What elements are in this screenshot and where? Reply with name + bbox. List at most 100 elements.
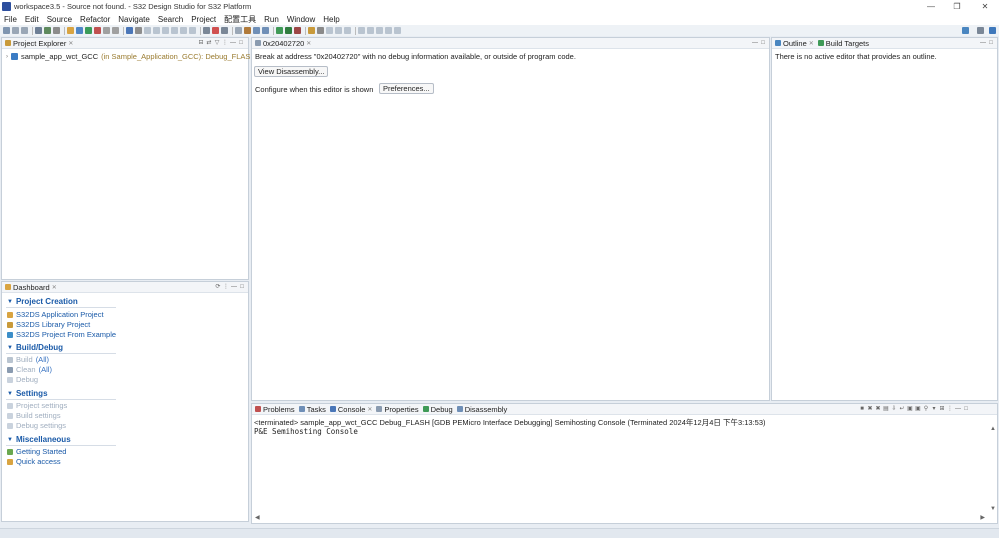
link-clean[interactable]: Clean (All) — [7, 365, 52, 374]
tab-project-explorer[interactable]: Project Explorer ✕ — [5, 39, 73, 48]
pin-icon[interactable] — [394, 27, 401, 34]
link-build-all[interactable]: (All) — [36, 355, 49, 364]
minimize-icon[interactable]: — — [229, 39, 237, 47]
menu-project[interactable]: Project — [187, 15, 220, 24]
mark-occurrences-icon[interactable] — [326, 27, 333, 34]
minimize-icon[interactable]: — — [979, 39, 987, 47]
close-icon[interactable]: ✕ — [68, 40, 73, 47]
menu-edit[interactable]: Edit — [21, 15, 43, 24]
run-icon[interactable] — [285, 27, 292, 34]
open-type-icon[interactable] — [308, 27, 315, 34]
tree-item-project[interactable]: › sample_app_wct_GCC (in Sample_Applicat… — [6, 52, 256, 61]
minimize-icon[interactable]: — — [230, 283, 238, 291]
disconnect-icon[interactable] — [212, 27, 219, 34]
maximize-icon[interactable]: □ — [962, 405, 970, 413]
menu-source[interactable]: Source — [43, 15, 76, 24]
section-build-debug[interactable]: ▼ Build/Debug — [7, 343, 63, 352]
external-run-icon[interactable] — [294, 27, 301, 34]
scroll-right-icon[interactable]: ▶ — [980, 514, 985, 521]
view-disassembly-button[interactable]: View Disassembly... — [254, 66, 329, 77]
new-icon[interactable] — [3, 27, 10, 34]
save-all-icon[interactable] — [21, 27, 28, 34]
settings-icon[interactable] — [35, 27, 42, 34]
resume-icon[interactable] — [144, 27, 151, 34]
scroll-down-icon[interactable]: ▼ — [990, 506, 996, 512]
whitespace-icon[interactable] — [344, 27, 351, 34]
collapse-all-icon[interactable]: ⊟ — [197, 39, 205, 47]
search-icon[interactable] — [962, 27, 969, 34]
minimize-icon[interactable]: — — [751, 39, 759, 47]
forward-icon[interactable] — [385, 27, 392, 34]
link-editor-icon[interactable]: ⇄ — [205, 39, 213, 47]
tab-editor-address[interactable]: 0x20402720 ✕ — [255, 39, 311, 48]
project-icon[interactable] — [76, 27, 83, 34]
link-project-settings[interactable]: Project settings — [7, 401, 67, 410]
restore-button[interactable]: ❐ — [943, 0, 971, 13]
folder-icon[interactable] — [67, 27, 74, 34]
maximize-icon[interactable]: □ — [759, 39, 767, 47]
view-menu-icon[interactable]: ⋮ — [222, 283, 230, 291]
section-miscellaneous[interactable]: ▼ Miscellaneous — [7, 435, 71, 444]
tab-outline[interactable]: Outline ✕ — [775, 39, 814, 48]
debug-perspective-icon[interactable] — [989, 27, 996, 34]
close-icon[interactable]: ✕ — [367, 406, 372, 413]
registers-icon[interactable] — [253, 27, 260, 34]
link-build[interactable]: Build (All) — [7, 355, 49, 364]
menu-file[interactable]: File — [0, 15, 21, 24]
refresh-icon[interactable]: ⟳ — [214, 283, 222, 291]
section-settings[interactable]: ▼ Settings — [7, 389, 48, 398]
external-tools-icon[interactable] — [235, 27, 242, 34]
word-wrap-icon[interactable]: ↵ — [898, 405, 906, 413]
expand-chevron-icon[interactable]: › — [6, 54, 8, 60]
perspective-icon[interactable] — [977, 27, 984, 34]
maximize-icon[interactable]: □ — [987, 39, 995, 47]
show-on-error-icon[interactable]: ▣ — [914, 405, 922, 413]
close-button[interactable]: ✕ — [971, 0, 999, 13]
save-icon[interactable] — [12, 27, 19, 34]
pin-console-icon[interactable]: ⚲ — [922, 405, 930, 413]
toggle-block-icon[interactable] — [335, 27, 342, 34]
filter-icon[interactable]: ▽ — [213, 39, 221, 47]
back-icon[interactable] — [376, 27, 383, 34]
link-s32ds-project-from-example[interactable]: S32DS Project From Example — [7, 330, 116, 339]
close-icon[interactable]: ✕ — [306, 40, 311, 47]
clear-console-icon[interactable]: ▤ — [882, 405, 890, 413]
menu-config-tools[interactable]: 配置工具 — [220, 14, 260, 25]
menu-refactor[interactable]: Refactor — [76, 15, 114, 24]
console-horizontal-scrollbar[interactable]: ◀ ▶ — [254, 514, 986, 522]
redo-icon[interactable] — [112, 27, 119, 34]
link-debug-settings[interactable]: Debug settings — [7, 421, 66, 430]
tab-problems[interactable]: Problems — [255, 405, 295, 414]
step-into-icon[interactable] — [171, 27, 178, 34]
terminal-icon[interactable] — [126, 27, 133, 34]
open-console-icon[interactable]: ⊞ — [938, 405, 946, 413]
memory-icon[interactable] — [221, 27, 228, 34]
link-build-settings[interactable]: Build settings — [7, 411, 61, 420]
preferences-button[interactable]: Preferences... — [379, 83, 434, 94]
link-quick-access[interactable]: Quick access — [7, 457, 61, 466]
peripherals-icon[interactable] — [244, 27, 251, 34]
undo-icon[interactable] — [103, 27, 110, 34]
scroll-left-icon[interactable]: ◀ — [255, 514, 260, 521]
section-project-creation[interactable]: ▼ Project Creation — [7, 297, 78, 306]
terminate-icon[interactable] — [162, 27, 169, 34]
tab-debug[interactable]: Debug — [422, 405, 453, 414]
view-menu-icon[interactable]: ⋮ — [946, 405, 954, 413]
menu-navigate[interactable]: Navigate — [114, 15, 154, 24]
hammer-icon[interactable] — [53, 27, 60, 34]
console-vertical-scrollbar[interactable]: ▲ ▼ — [989, 426, 996, 512]
menu-window[interactable]: Window — [283, 15, 319, 24]
build-icon[interactable] — [44, 27, 51, 34]
menu-run[interactable]: Run — [260, 15, 283, 24]
close-icon[interactable]: ✕ — [52, 284, 57, 291]
link-s32ds-library-project[interactable]: S32DS Library Project — [7, 320, 90, 329]
tab-dashboard[interactable]: Dashboard ✕ — [5, 283, 57, 292]
display-console-icon[interactable]: ▾ — [930, 405, 938, 413]
expressions-icon[interactable] — [262, 27, 269, 34]
prev-annotation-icon[interactable] — [367, 27, 374, 34]
scroll-up-icon[interactable]: ▲ — [990, 426, 996, 432]
show-on-output-icon[interactable]: ▣ — [906, 405, 914, 413]
remove-launch-icon[interactable]: ✖ — [866, 405, 874, 413]
minimize-icon[interactable]: — — [954, 405, 962, 413]
search-tool-icon[interactable] — [317, 27, 324, 34]
